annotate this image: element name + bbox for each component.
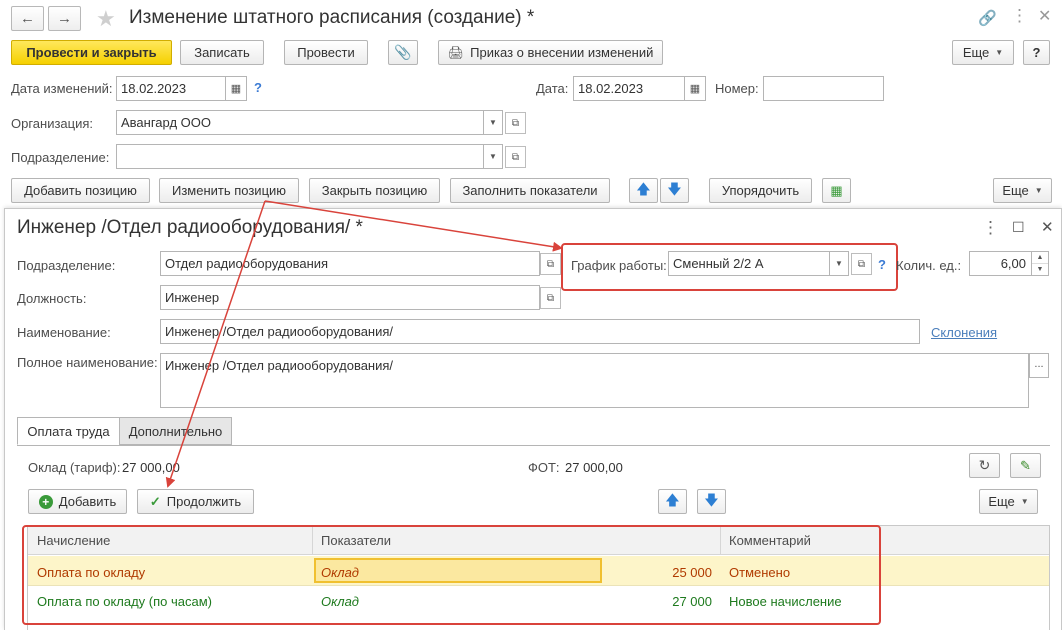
arrow-to-schedule [264, 200, 563, 252]
arrow-to-table [165, 200, 266, 488]
annotation-arrows [165, 200, 563, 488]
